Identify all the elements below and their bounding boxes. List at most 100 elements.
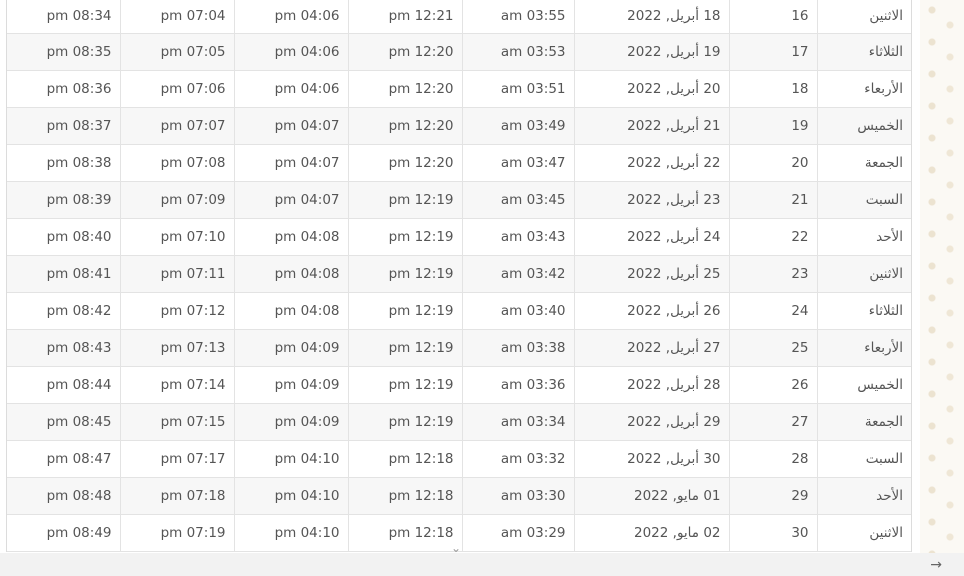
maghrib-time: pm 07:06: [120, 70, 235, 108]
day-number-cell: 17: [729, 33, 818, 71]
date-cell: 02 مايو, 2022: [574, 514, 730, 552]
fajr-time: am 03:49: [462, 107, 575, 145]
date-cell: 19 أبريل, 2022: [574, 33, 730, 71]
decorative-pattern: [920, 0, 964, 560]
weekday-cell: الجمعة: [817, 403, 911, 441]
dhuhr-time: pm 12:19: [348, 403, 463, 441]
dhuhr-time: pm 12:19: [348, 366, 463, 404]
dhuhr-time: pm 12:20: [348, 144, 463, 182]
table-row: pm 08:37 pm 07:07 pm 04:07 pm 12:20 am 03:49…: [7, 107, 911, 145]
table-body: pm 08:34 pm 07:04 pm 04:06 pm 12:21 am 03:55…: [7, 0, 911, 552]
day-number-cell: 21: [729, 181, 818, 219]
dhuhr-time: pm 12:20: [348, 33, 463, 71]
maghrib-time: pm 07:10: [120, 218, 235, 256]
isha-time: pm 08:43: [7, 329, 121, 367]
dhuhr-time: pm 12:19: [348, 329, 463, 367]
dhuhr-time: pm 12:19: [348, 181, 463, 219]
date-cell: 23 أبريل, 2022: [574, 181, 730, 219]
weekday-cell: السبت: [817, 181, 911, 219]
asr-time: pm 04:07: [234, 144, 349, 182]
weekday-cell: الاثنين: [817, 514, 911, 552]
maghrib-time: pm 07:17: [120, 440, 235, 478]
dhuhr-time: pm 12:20: [348, 70, 463, 108]
weekday-cell: الثلاثاء: [817, 292, 911, 330]
asr-time: pm 04:10: [234, 477, 349, 515]
isha-time: pm 08:42: [7, 292, 121, 330]
table-row: pm 08:34 pm 07:04 pm 04:06 pm 12:21 am 03:55…: [7, 0, 911, 34]
isha-time: pm 08:37: [7, 107, 121, 145]
maghrib-time: pm 07:18: [120, 477, 235, 515]
date-cell: 30 أبريل, 2022: [574, 440, 730, 478]
fajr-time: am 03:55: [462, 0, 575, 34]
fajr-time: am 03:42: [462, 255, 575, 293]
weekday-cell: الأحد: [817, 218, 911, 256]
weekday-cell: الأربعاء: [817, 70, 911, 108]
day-number-cell: 29: [729, 477, 818, 515]
asr-time: pm 04:09: [234, 403, 349, 441]
chevron-down-icon[interactable]: ⌄: [450, 542, 462, 554]
dhuhr-time: pm 12:18: [348, 514, 463, 552]
weekday-cell: الاثنين: [817, 0, 911, 34]
date-cell: 22 أبريل, 2022: [574, 144, 730, 182]
day-number-cell: 25: [729, 329, 818, 367]
fajr-time: am 03:30: [462, 477, 575, 515]
day-number-cell: 20: [729, 144, 818, 182]
table-row: pm 08:42 pm 07:12 pm 04:08 pm 12:19 am 03:40…: [7, 292, 911, 330]
day-number-cell: 24: [729, 292, 818, 330]
date-cell: 24 أبريل, 2022: [574, 218, 730, 256]
day-number-cell: 19: [729, 107, 818, 145]
day-number-cell: 26: [729, 366, 818, 404]
arrow-right-icon[interactable]: →: [930, 557, 942, 573]
dhuhr-time: pm 12:18: [348, 440, 463, 478]
table-row: pm 08:43 pm 07:13 pm 04:09 pm 12:19 am 03:38…: [7, 329, 911, 367]
table-row: pm 08:48 pm 07:18 pm 04:10 pm 12:18 am 03:30…: [7, 477, 911, 515]
asr-time: pm 04:08: [234, 255, 349, 293]
weekday-cell: الأربعاء: [817, 329, 911, 367]
fajr-time: am 03:36: [462, 366, 575, 404]
date-cell: 21 أبريل, 2022: [574, 107, 730, 145]
day-number-cell: 23: [729, 255, 818, 293]
weekday-cell: الخميس: [817, 366, 911, 404]
isha-time: pm 08:41: [7, 255, 121, 293]
weekday-cell: الأحد: [817, 477, 911, 515]
isha-time: pm 08:34: [7, 0, 121, 34]
fajr-time: am 03:43: [462, 218, 575, 256]
maghrib-time: pm 07:15: [120, 403, 235, 441]
fajr-time: am 03:47: [462, 144, 575, 182]
day-number-cell: 30: [729, 514, 818, 552]
date-cell: 25 أبريل, 2022: [574, 255, 730, 293]
maghrib-time: pm 07:08: [120, 144, 235, 182]
asr-time: pm 04:09: [234, 366, 349, 404]
isha-time: pm 08:45: [7, 403, 121, 441]
asr-time: pm 04:07: [234, 107, 349, 145]
day-number-cell: 22: [729, 218, 818, 256]
dhuhr-time: pm 12:18: [348, 477, 463, 515]
fajr-time: am 03:53: [462, 33, 575, 71]
isha-time: pm 08:47: [7, 440, 121, 478]
isha-time: pm 08:48: [7, 477, 121, 515]
fajr-time: am 03:29: [462, 514, 575, 552]
isha-time: pm 08:35: [7, 33, 121, 71]
weekday-cell: السبت: [817, 440, 911, 478]
fajr-time: am 03:38: [462, 329, 575, 367]
isha-time: pm 08:38: [7, 144, 121, 182]
isha-time: pm 08:39: [7, 181, 121, 219]
table-row: pm 08:47 pm 07:17 pm 04:10 pm 12:18 am 03:32…: [7, 440, 911, 478]
table-row: pm 08:36 pm 07:06 pm 04:06 pm 12:20 am 03:51…: [7, 70, 911, 108]
maghrib-time: pm 07:04: [120, 0, 235, 34]
table-row: pm 08:40 pm 07:10 pm 04:08 pm 12:19 am 03:43…: [7, 218, 911, 256]
weekday-cell: الثلاثاء: [817, 33, 911, 71]
dhuhr-time: pm 12:19: [348, 255, 463, 293]
table-row: pm 08:39 pm 07:09 pm 04:07 pm 12:19 am 03:45…: [7, 181, 911, 219]
table-row: pm 08:44 pm 07:14 pm 04:09 pm 12:19 am 03:36…: [7, 366, 911, 404]
date-cell: 27 أبريل, 2022: [574, 329, 730, 367]
horizontal-scrollbar[interactable]: →: [0, 553, 964, 576]
date-cell: 26 أبريل, 2022: [574, 292, 730, 330]
table-row: pm 08:45 pm 07:15 pm 04:09 pm 12:19 am 03:34…: [7, 403, 911, 441]
asr-time: pm 04:09: [234, 329, 349, 367]
date-cell: 29 أبريل, 2022: [574, 403, 730, 441]
isha-time: pm 08:40: [7, 218, 121, 256]
isha-time: pm 08:49: [7, 514, 121, 552]
maghrib-time: pm 07:13: [120, 329, 235, 367]
fajr-time: am 03:45: [462, 181, 575, 219]
